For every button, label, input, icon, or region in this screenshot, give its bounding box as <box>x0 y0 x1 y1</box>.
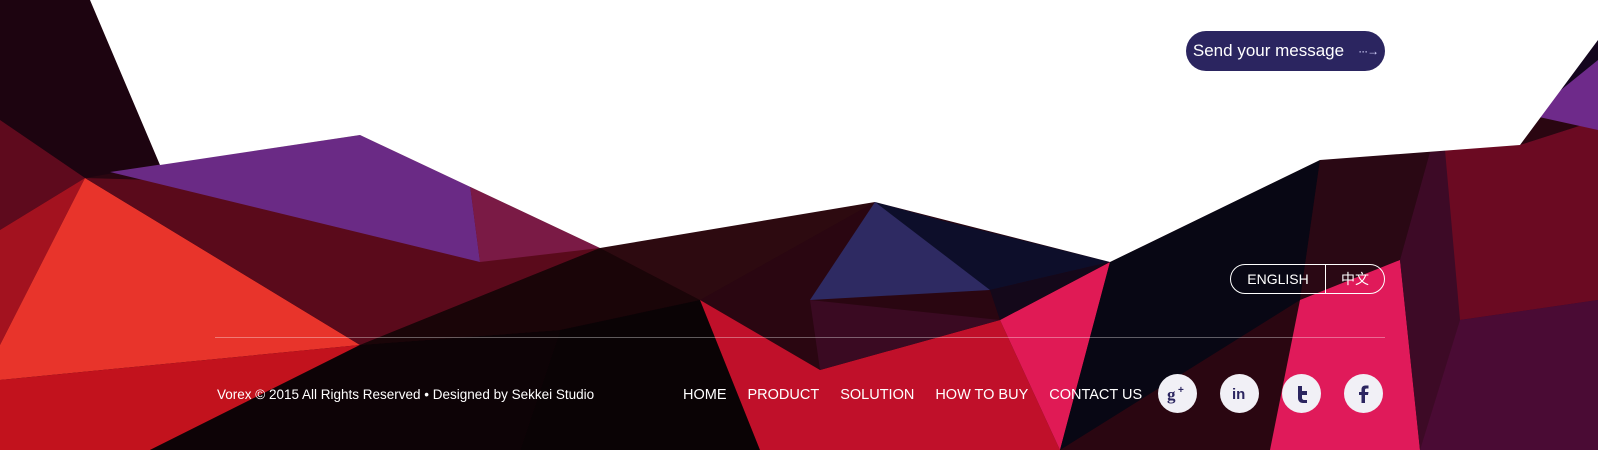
nav-contact-us[interactable]: CONTACT US <box>1049 387 1142 403</box>
nav-solution[interactable]: SOLUTION <box>840 387 914 403</box>
svg-text:+: + <box>1178 385 1184 396</box>
footer-divider <box>215 337 1385 338</box>
language-english[interactable]: ENGLISH <box>1231 265 1326 293</box>
copyright-text: Vorex © 2015 All Rights Reserved • Desig… <box>217 387 595 402</box>
send-message-label: Send your message <box>1192 41 1345 60</box>
social-links: g + in <box>1158 374 1383 413</box>
arrow-right-icon: ···→ <box>1358 44 1379 58</box>
svg-text:in: in <box>1232 386 1245 403</box>
google-plus-icon[interactable]: g + <box>1158 374 1197 413</box>
language-chinese[interactable]: 中文 <box>1326 265 1384 293</box>
language-switcher: ENGLISH 中文 <box>1230 264 1385 294</box>
svg-text:g: g <box>1167 385 1176 404</box>
nav-product[interactable]: PRODUCT <box>748 387 820 403</box>
nav-how-to-buy[interactable]: HOW TO BUY <box>935 387 1028 403</box>
linkedin-icon[interactable]: in <box>1220 374 1259 413</box>
nav-home[interactable]: HOME <box>683 387 727 403</box>
twitter-icon[interactable] <box>1282 374 1321 413</box>
footer-nav: HOME PRODUCT SOLUTION HOW TO BUY CONTACT… <box>683 387 1142 403</box>
send-message-button[interactable]: Send your message ···→ <box>1186 31 1385 71</box>
facebook-icon[interactable] <box>1344 374 1383 413</box>
